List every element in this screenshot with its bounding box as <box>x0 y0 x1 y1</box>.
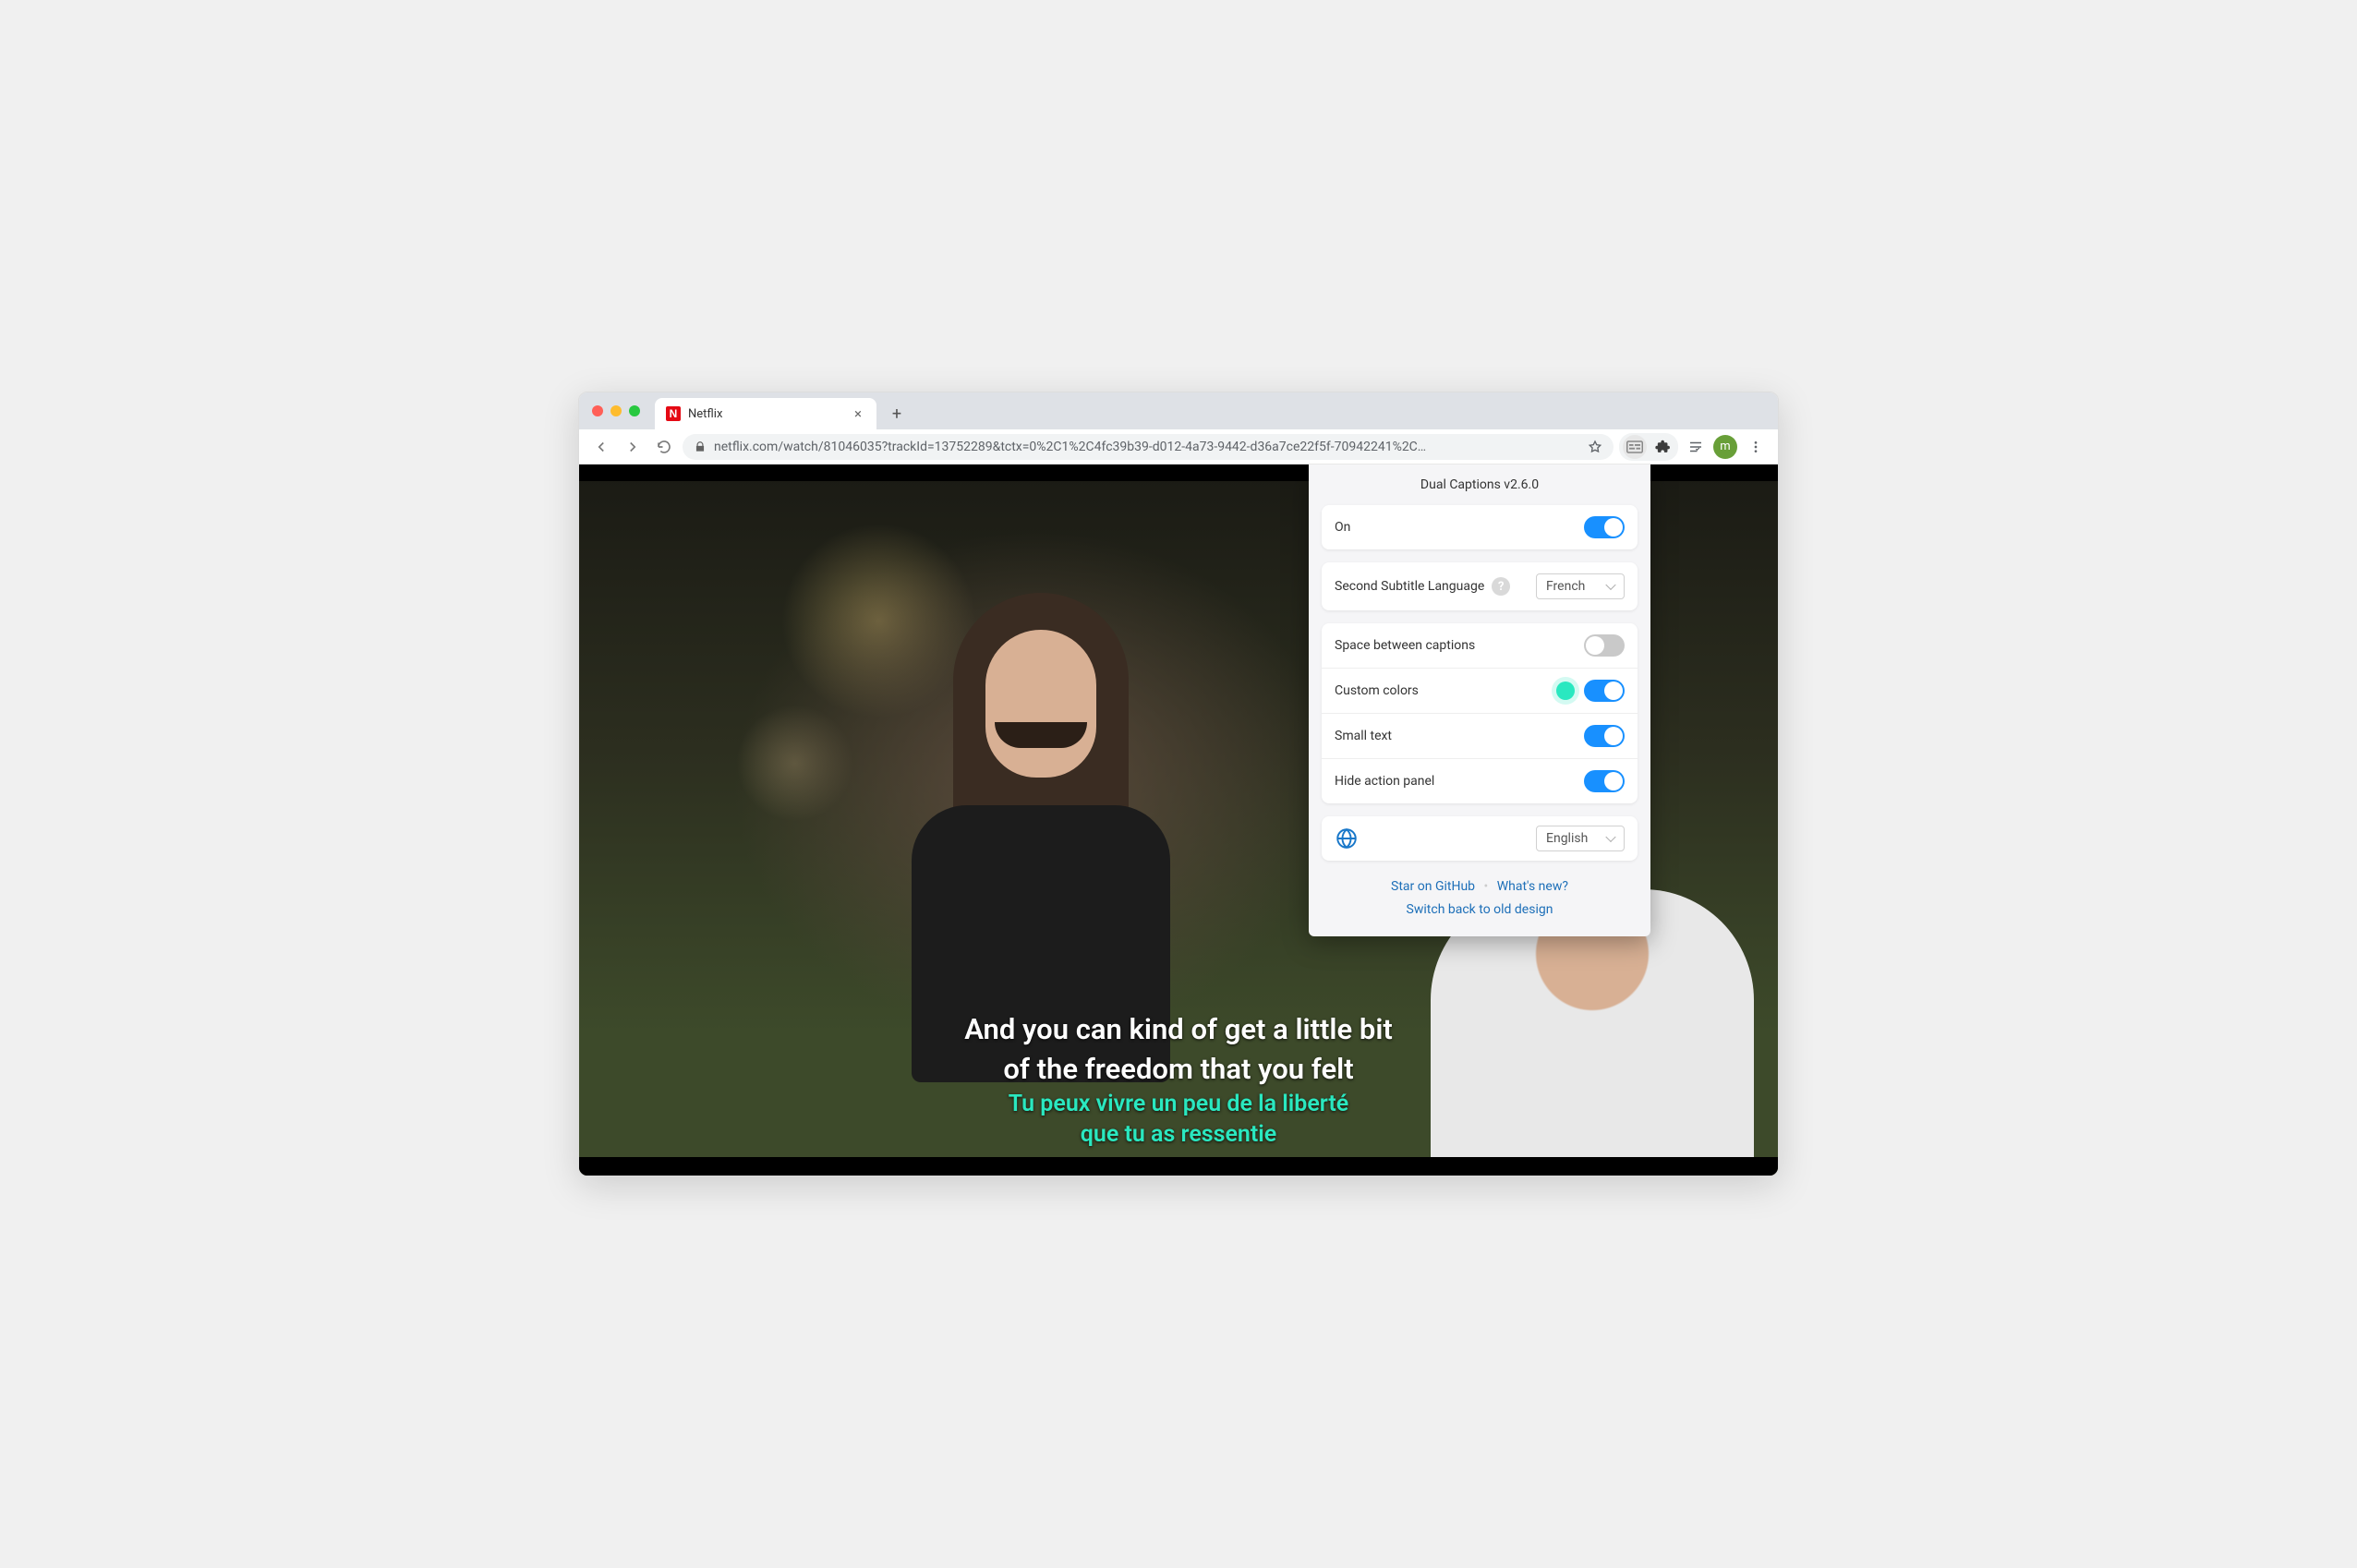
dual-captions-extension-button[interactable] <box>1623 435 1647 459</box>
second-language-select[interactable]: French <box>1536 573 1625 599</box>
color-swatch[interactable] <box>1556 681 1575 700</box>
window-close-button[interactable] <box>592 405 603 416</box>
help-icon[interactable]: ? <box>1492 577 1510 596</box>
on-label: On <box>1335 520 1584 535</box>
whats-new-link[interactable]: What's new? <box>1497 879 1568 894</box>
browser-tab[interactable]: N Netflix × <box>655 398 876 429</box>
ui-language-card: English <box>1322 816 1638 861</box>
small-text-toggle[interactable] <box>1584 725 1625 747</box>
browser-menu-button[interactable] <box>1743 434 1769 460</box>
space-label: Space between captions <box>1335 638 1584 653</box>
tab-strip: N Netflix × + <box>579 392 1778 429</box>
new-tab-button[interactable]: + <box>884 401 910 427</box>
tab-favicon: N <box>666 406 681 421</box>
extensions-puzzle-icon[interactable] <box>1650 435 1674 459</box>
popup-title: Dual Captions v2.6.0 <box>1309 464 1650 505</box>
options-card: Space between captions Custom colors Sma… <box>1322 623 1638 803</box>
browser-window: N Netflix × + netflix.com/watch/81046035… <box>578 392 1779 1176</box>
globe-icon <box>1335 826 1359 850</box>
toolbar: netflix.com/watch/81046035?trackId=13752… <box>579 429 1778 464</box>
extension-group <box>1619 433 1678 461</box>
space-toggle[interactable] <box>1584 634 1625 657</box>
primary-caption-line1: And you can kind of get a little bit <box>579 1011 1778 1048</box>
window-maximize-button[interactable] <box>629 405 640 416</box>
primary-caption-line2: of the freedom that you felt <box>579 1051 1778 1088</box>
video-person-illustration <box>902 593 1179 1073</box>
secondary-caption-line2: que tu as ressentie <box>579 1120 1778 1151</box>
separator-dot: • <box>1484 879 1489 894</box>
tab-close-button[interactable]: × <box>851 406 865 421</box>
star-github-link[interactable]: Star on GitHub <box>1391 879 1475 894</box>
on-toggle[interactable] <box>1584 516 1625 538</box>
lock-icon <box>694 440 707 453</box>
popup-footer-links: Star on GitHub • What's new? Switch back… <box>1309 874 1650 922</box>
second-language-card: Second Subtitle Language ? French <box>1322 562 1638 610</box>
extension-popup: Dual Captions v2.6.0 On Second Subtitle … <box>1309 464 1650 936</box>
switch-back-link[interactable]: Switch back to old design <box>1407 902 1553 917</box>
small-text-label: Small text <box>1335 729 1584 743</box>
bookmark-star-icon[interactable] <box>1588 440 1602 454</box>
profile-avatar[interactable]: m <box>1713 435 1737 459</box>
back-button[interactable] <box>588 434 614 460</box>
url-text: netflix.com/watch/81046035?trackId=13752… <box>714 440 1580 454</box>
custom-colors-label: Custom colors <box>1335 683 1556 698</box>
custom-colors-toggle[interactable] <box>1584 680 1625 702</box>
reading-list-icon[interactable] <box>1684 435 1708 459</box>
forward-button[interactable] <box>620 434 646 460</box>
captions-overlay: And you can kind of get a little bit of … <box>579 1011 1778 1150</box>
hide-panel-toggle[interactable] <box>1584 770 1625 792</box>
hide-panel-label: Hide action panel <box>1335 774 1584 789</box>
page-viewport: And you can kind of get a little bit of … <box>579 464 1778 1176</box>
tab-title: Netflix <box>688 407 851 421</box>
on-card: On <box>1322 505 1638 549</box>
ui-language-select[interactable]: English <box>1536 826 1625 851</box>
second-language-label: Second Subtitle Language ? <box>1335 577 1536 596</box>
reload-button[interactable] <box>651 434 677 460</box>
window-minimize-button[interactable] <box>610 405 622 416</box>
address-bar[interactable]: netflix.com/watch/81046035?trackId=13752… <box>683 434 1614 460</box>
window-controls <box>592 405 640 416</box>
secondary-caption-line1: Tu peux vivre un peu de la liberté <box>579 1090 1778 1120</box>
